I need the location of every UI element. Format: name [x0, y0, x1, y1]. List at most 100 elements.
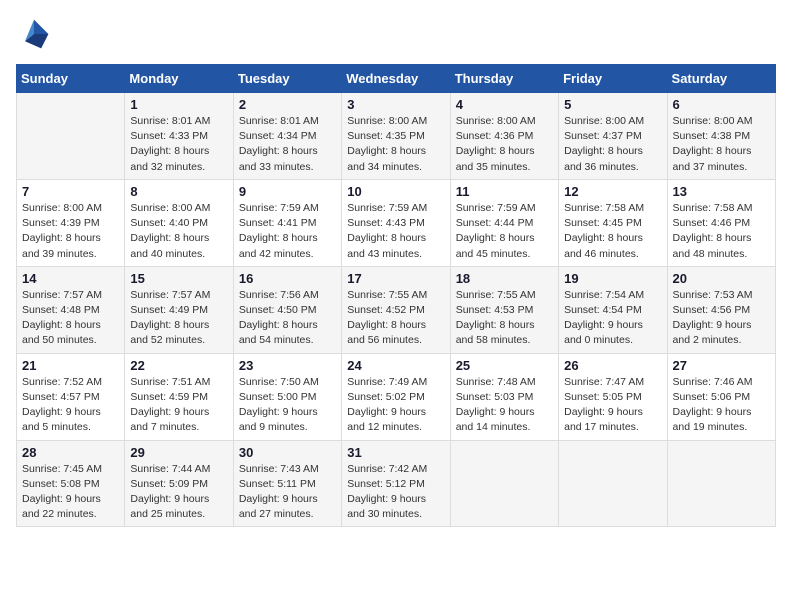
day-info: Sunrise: 8:01 AM Sunset: 4:33 PM Dayligh… [130, 114, 227, 175]
calendar-cell [667, 440, 775, 527]
calendar-cell: 25 Sunrise: 7:48 AM Sunset: 5:03 PM Dayli… [450, 353, 558, 440]
day-number: 22 [130, 358, 227, 373]
day-number: 29 [130, 445, 227, 460]
weekday-header-monday: Monday [125, 65, 233, 93]
day-info: Sunrise: 7:56 AM Sunset: 4:50 PM Dayligh… [239, 288, 336, 349]
calendar-cell: 14 Sunrise: 7:57 AM Sunset: 4:48 PM Dayli… [17, 266, 125, 353]
day-number: 10 [347, 184, 444, 199]
day-info: Sunrise: 7:59 AM Sunset: 4:44 PM Dayligh… [456, 201, 553, 262]
calendar-cell: 29 Sunrise: 7:44 AM Sunset: 5:09 PM Dayli… [125, 440, 233, 527]
day-number: 23 [239, 358, 336, 373]
calendar-cell [450, 440, 558, 527]
weekday-header-sunday: Sunday [17, 65, 125, 93]
day-info: Sunrise: 7:49 AM Sunset: 5:02 PM Dayligh… [347, 375, 444, 436]
day-number: 15 [130, 271, 227, 286]
day-number: 18 [456, 271, 553, 286]
logo-icon [16, 16, 52, 52]
day-info: Sunrise: 7:47 AM Sunset: 5:05 PM Dayligh… [564, 375, 661, 436]
day-number: 26 [564, 358, 661, 373]
day-info: Sunrise: 7:57 AM Sunset: 4:49 PM Dayligh… [130, 288, 227, 349]
day-info: Sunrise: 8:00 AM Sunset: 4:36 PM Dayligh… [456, 114, 553, 175]
logo [16, 16, 56, 52]
day-number: 25 [456, 358, 553, 373]
day-info: Sunrise: 7:52 AM Sunset: 4:57 PM Dayligh… [22, 375, 119, 436]
week-row-2: 14 Sunrise: 7:57 AM Sunset: 4:48 PM Dayli… [17, 266, 776, 353]
calendar-cell: 30Sunrise: 7:43 AM Sunset: 5:11 PM Dayli… [233, 440, 341, 527]
day-number: 12 [564, 184, 661, 199]
day-number: 13 [673, 184, 770, 199]
week-row-1: 7 Sunrise: 8:00 AM Sunset: 4:39 PM Daylig… [17, 179, 776, 266]
calendar-cell: 10 Sunrise: 7:59 AM Sunset: 4:43 PM Dayli… [342, 179, 450, 266]
day-number: 5 [564, 97, 661, 112]
day-info: Sunrise: 7:42 AM Sunset: 5:12 PM Dayligh… [347, 462, 444, 523]
day-number: 2 [239, 97, 336, 112]
day-number: 6 [673, 97, 770, 112]
weekday-header-tuesday: Tuesday [233, 65, 341, 93]
calendar-cell: 7 Sunrise: 8:00 AM Sunset: 4:39 PM Daylig… [17, 179, 125, 266]
calendar-cell: 16 Sunrise: 7:56 AM Sunset: 4:50 PM Dayli… [233, 266, 341, 353]
calendar-cell: 3 Sunrise: 8:00 AM Sunset: 4:35 PM Daylig… [342, 93, 450, 180]
calendar-cell: 26 Sunrise: 7:47 AM Sunset: 5:05 PM Dayli… [559, 353, 667, 440]
calendar-cell: 24 Sunrise: 7:49 AM Sunset: 5:02 PM Dayli… [342, 353, 450, 440]
day-number: 31 [347, 445, 444, 460]
calendar-cell: 8 Sunrise: 8:00 AM Sunset: 4:40 PM Daylig… [125, 179, 233, 266]
day-number: 19 [564, 271, 661, 286]
weekday-header-saturday: Saturday [667, 65, 775, 93]
calendar-cell: 15 Sunrise: 7:57 AM Sunset: 4:49 PM Dayli… [125, 266, 233, 353]
day-info: Sunrise: 7:46 AM Sunset: 5:06 PM Dayligh… [673, 375, 770, 436]
day-number: 3 [347, 97, 444, 112]
day-info: Sunrise: 7:59 AM Sunset: 4:43 PM Dayligh… [347, 201, 444, 262]
day-info: Sunrise: 7:57 AM Sunset: 4:48 PM Dayligh… [22, 288, 119, 349]
calendar-cell: 12 Sunrise: 7:58 AM Sunset: 4:45 PM Dayli… [559, 179, 667, 266]
page-header [16, 16, 776, 52]
calendar-cell: 4 Sunrise: 8:00 AM Sunset: 4:36 PM Daylig… [450, 93, 558, 180]
day-number: 24 [347, 358, 444, 373]
day-info: Sunrise: 7:55 AM Sunset: 4:52 PM Dayligh… [347, 288, 444, 349]
day-number: 14 [22, 271, 119, 286]
day-info: Sunrise: 8:00 AM Sunset: 4:40 PM Dayligh… [130, 201, 227, 262]
day-info: Sunrise: 8:01 AM Sunset: 4:34 PM Dayligh… [239, 114, 336, 175]
weekday-header-row: SundayMondayTuesdayWednesdayThursdayFrid… [17, 65, 776, 93]
day-number: 21 [22, 358, 119, 373]
calendar-cell: 6 Sunrise: 8:00 AM Sunset: 4:38 PM Daylig… [667, 93, 775, 180]
day-number: 28 [22, 445, 119, 460]
week-row-0: 1 Sunrise: 8:01 AM Sunset: 4:33 PM Daylig… [17, 93, 776, 180]
calendar-cell: 19Sunrise: 7:54 AM Sunset: 4:54 PM Dayli… [559, 266, 667, 353]
calendar-table: SundayMondayTuesdayWednesdayThursdayFrid… [16, 64, 776, 527]
day-info: Sunrise: 7:58 AM Sunset: 4:45 PM Dayligh… [564, 201, 661, 262]
day-number: 1 [130, 97, 227, 112]
day-info: Sunrise: 7:51 AM Sunset: 4:59 PM Dayligh… [130, 375, 227, 436]
calendar-cell: 28 Sunrise: 7:45 AM Sunset: 5:08 PM Dayli… [17, 440, 125, 527]
calendar-cell: 23 Sunrise: 7:50 AM Sunset: 5:00 PM Dayli… [233, 353, 341, 440]
day-info: Sunrise: 7:50 AM Sunset: 5:00 PM Dayligh… [239, 375, 336, 436]
calendar-cell: 11 Sunrise: 7:59 AM Sunset: 4:44 PM Dayli… [450, 179, 558, 266]
day-number: 16 [239, 271, 336, 286]
day-number: 4 [456, 97, 553, 112]
day-info: Sunrise: 7:45 AM Sunset: 5:08 PM Dayligh… [22, 462, 119, 523]
day-info: Sunrise: 7:53 AM Sunset: 4:56 PM Dayligh… [673, 288, 770, 349]
calendar-cell: 18Sunrise: 7:55 AM Sunset: 4:53 PM Dayli… [450, 266, 558, 353]
day-info: Sunrise: 8:00 AM Sunset: 4:37 PM Dayligh… [564, 114, 661, 175]
calendar-cell [559, 440, 667, 527]
calendar-cell: 1 Sunrise: 8:01 AM Sunset: 4:33 PM Daylig… [125, 93, 233, 180]
day-number: 11 [456, 184, 553, 199]
calendar-cell: 17Sunrise: 7:55 AM Sunset: 4:52 PM Dayli… [342, 266, 450, 353]
calendar-cell: 2 Sunrise: 8:01 AM Sunset: 4:34 PM Daylig… [233, 93, 341, 180]
day-number: 7 [22, 184, 119, 199]
day-info: Sunrise: 8:00 AM Sunset: 4:35 PM Dayligh… [347, 114, 444, 175]
calendar-cell: 31 Sunrise: 7:42 AM Sunset: 5:12 PM Dayli… [342, 440, 450, 527]
calendar-cell: 27Sunrise: 7:46 AM Sunset: 5:06 PM Dayli… [667, 353, 775, 440]
day-info: Sunrise: 7:58 AM Sunset: 4:46 PM Dayligh… [673, 201, 770, 262]
day-info: Sunrise: 7:44 AM Sunset: 5:09 PM Dayligh… [130, 462, 227, 523]
day-info: Sunrise: 7:48 AM Sunset: 5:03 PM Dayligh… [456, 375, 553, 436]
day-info: Sunrise: 8:00 AM Sunset: 4:38 PM Dayligh… [673, 114, 770, 175]
day-number: 20 [673, 271, 770, 286]
calendar-cell: 22 Sunrise: 7:51 AM Sunset: 4:59 PM Dayli… [125, 353, 233, 440]
day-number: 8 [130, 184, 227, 199]
weekday-header-friday: Friday [559, 65, 667, 93]
week-row-4: 28 Sunrise: 7:45 AM Sunset: 5:08 PM Dayli… [17, 440, 776, 527]
weekday-header-thursday: Thursday [450, 65, 558, 93]
day-info: Sunrise: 8:00 AM Sunset: 4:39 PM Dayligh… [22, 201, 119, 262]
weekday-header-wednesday: Wednesday [342, 65, 450, 93]
week-row-3: 21 Sunrise: 7:52 AM Sunset: 4:57 PM Dayli… [17, 353, 776, 440]
